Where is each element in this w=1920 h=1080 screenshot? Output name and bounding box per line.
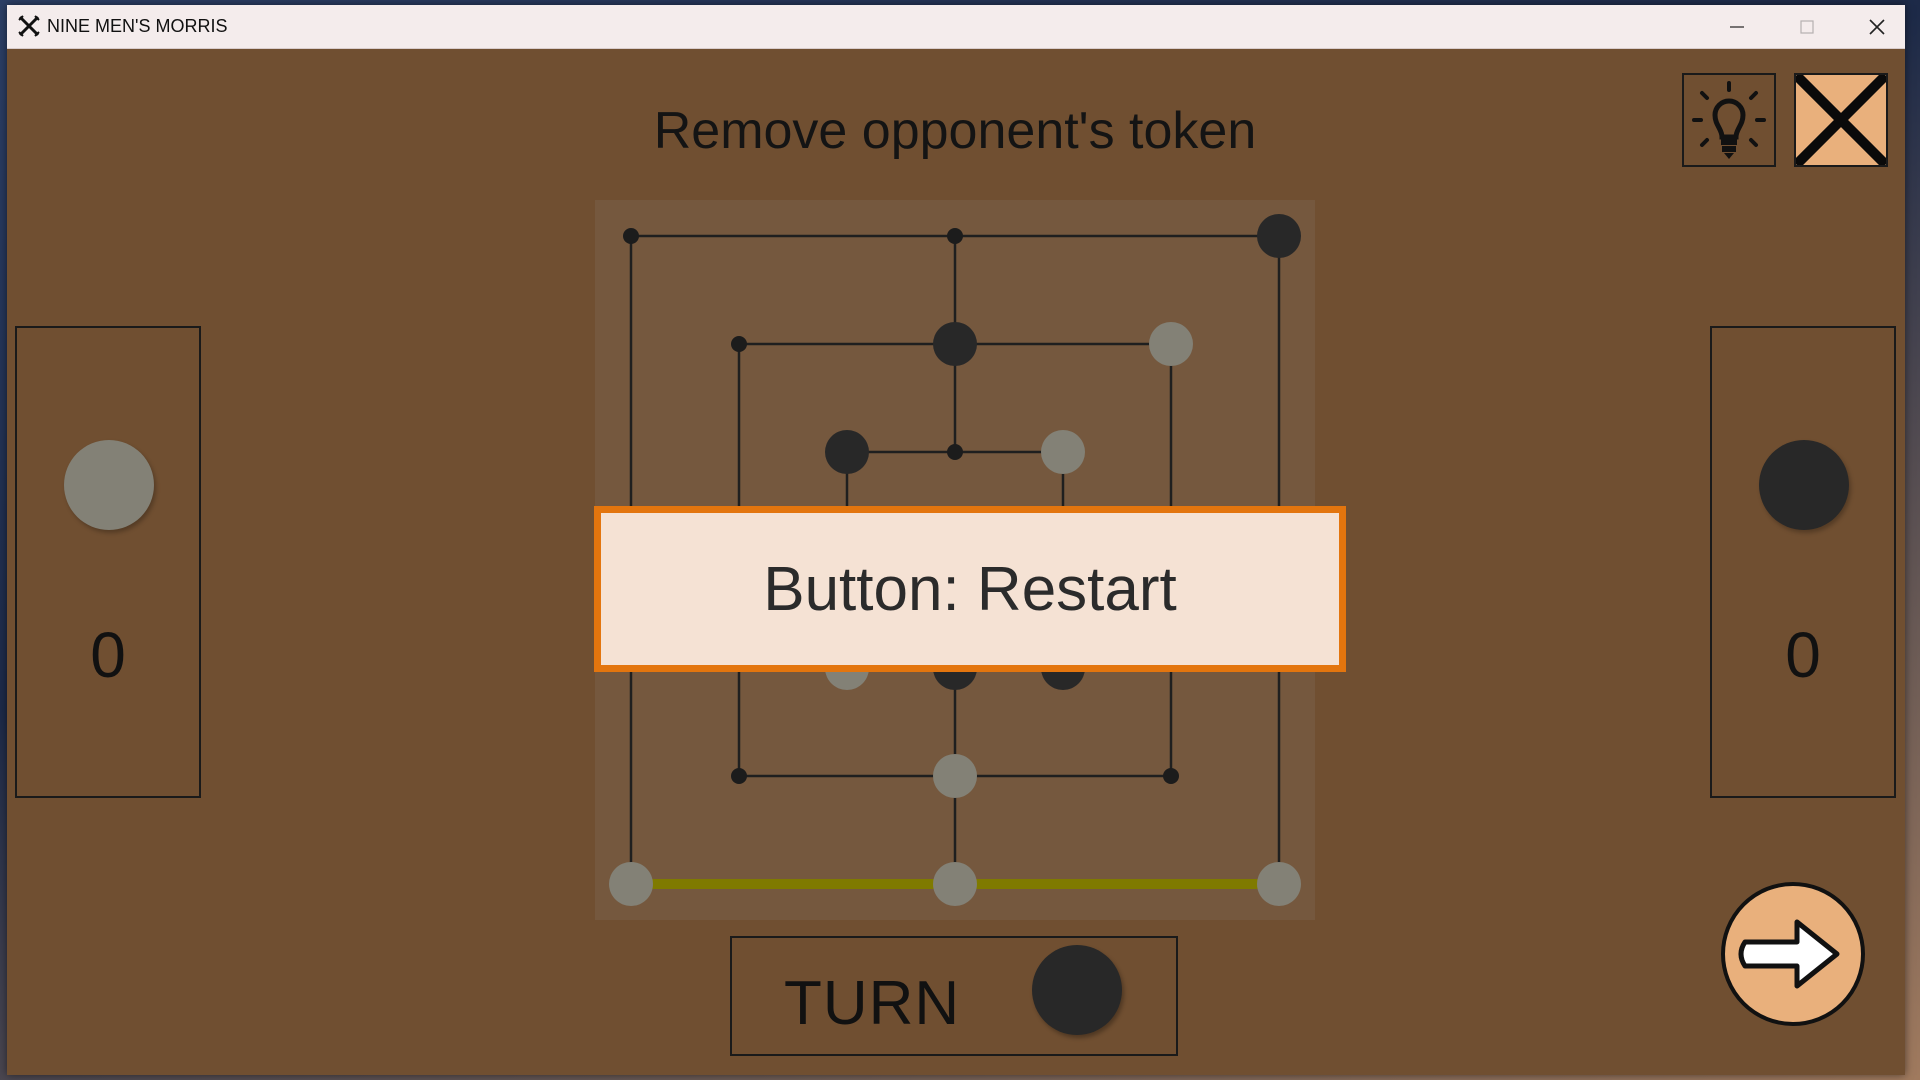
left-player-token	[64, 440, 154, 530]
status-message: Remove opponent's token	[7, 101, 1905, 161]
right-player-panel: 0	[1710, 326, 1896, 798]
token-gray-d1[interactable]	[933, 862, 977, 906]
minimize-button[interactable]	[1702, 5, 1772, 48]
turn-label: TURN	[784, 969, 961, 1038]
board-point-b2[interactable]	[731, 768, 747, 784]
title-bar: NINE MEN'S MORRIS	[7, 5, 1905, 49]
next-button[interactable]	[1719, 880, 1867, 1028]
token-gray-e5[interactable]	[1041, 430, 1085, 474]
minimize-icon	[1730, 25, 1744, 28]
token-gray-a1[interactable]	[609, 862, 653, 906]
maximize-button[interactable]	[1772, 5, 1842, 48]
turn-token	[1032, 945, 1122, 1035]
arrow-right-icon	[1721, 882, 1865, 1026]
token-black-g7[interactable]	[1257, 214, 1301, 258]
board-point-f2[interactable]	[1163, 768, 1179, 784]
board-point-a7[interactable]	[623, 228, 639, 244]
lightbulb-icon	[1692, 81, 1766, 159]
status-message-text: Remove opponent's token	[653, 102, 1257, 160]
maximize-icon	[1800, 19, 1814, 34]
game-window: NINE MEN'S MORRIS Remove opponent's toke…	[7, 5, 1905, 1075]
token-black-d6[interactable]	[933, 322, 977, 366]
token-black-c5[interactable]	[825, 430, 869, 474]
board-point-d7[interactable]	[947, 228, 963, 244]
turn-indicator: TURN	[730, 936, 1178, 1056]
close-x-icon	[1792, 71, 1890, 169]
close-icon	[1869, 18, 1885, 35]
token-gray-d2[interactable]	[933, 754, 977, 798]
left-player-count: 0	[90, 619, 126, 691]
restart-tooltip: Button: Restart	[594, 506, 1346, 672]
right-player-token	[1759, 440, 1849, 530]
board-point-d5[interactable]	[947, 444, 963, 460]
token-gray-g1[interactable]	[1257, 862, 1301, 906]
crossed-swords-icon	[18, 15, 40, 37]
left-player-panel: 0	[15, 326, 201, 798]
right-player-count: 0	[1785, 619, 1821, 691]
board-point-b6[interactable]	[731, 336, 747, 352]
tooltip-text: Button: Restart	[763, 554, 1177, 624]
hint-button[interactable]	[1682, 73, 1776, 167]
quit-button[interactable]	[1792, 71, 1890, 169]
close-window-button[interactable]	[1842, 5, 1905, 48]
window-title: NINE MEN'S MORRIS	[47, 16, 228, 36]
token-gray-f6[interactable]	[1149, 322, 1193, 366]
